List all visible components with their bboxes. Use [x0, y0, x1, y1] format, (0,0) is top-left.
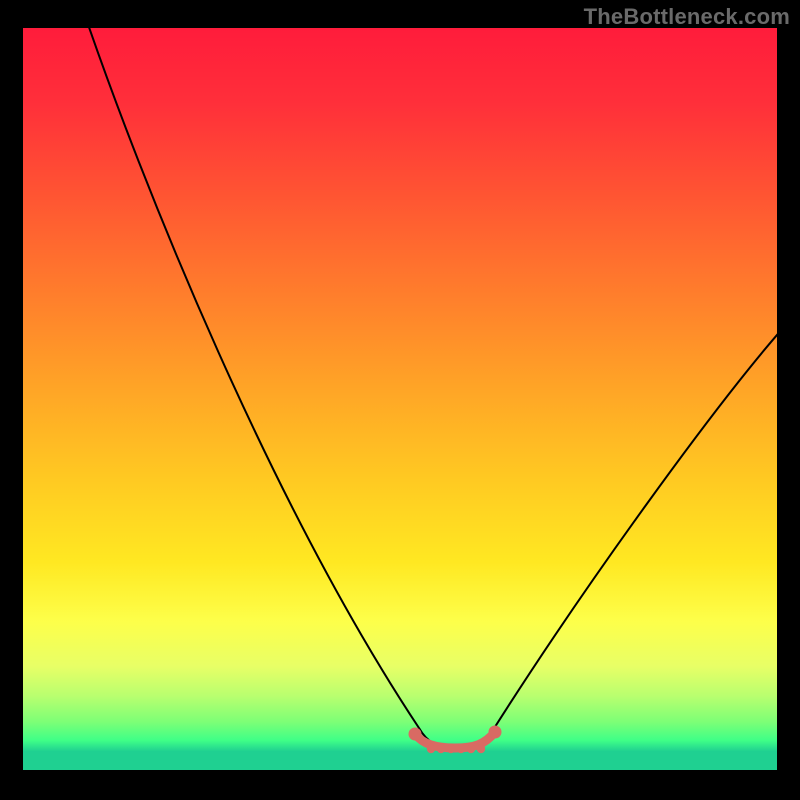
v-curve-path [79, 28, 777, 748]
watermark-text: TheBottleneck.com [584, 4, 790, 30]
trough-bead [447, 745, 455, 753]
trough-bead [457, 745, 465, 753]
trough-bead [437, 745, 445, 753]
plot-area [23, 28, 777, 770]
chart-frame: TheBottleneck.com [0, 0, 800, 800]
trough-bead [427, 745, 435, 753]
bottleneck-curve [23, 28, 777, 770]
trough-dot-right [489, 726, 502, 739]
trough-bead [467, 745, 475, 753]
trough-dot-left [409, 728, 422, 741]
trough-bead [477, 745, 485, 753]
